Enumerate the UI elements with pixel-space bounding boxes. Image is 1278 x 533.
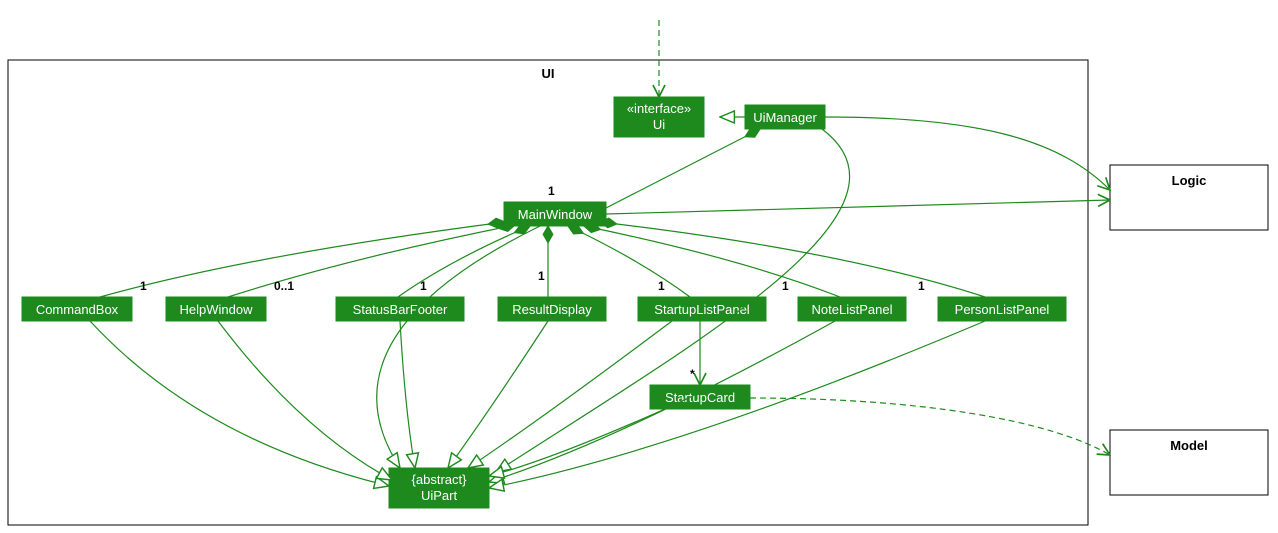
mult-resultdisplay: 1 (538, 269, 545, 283)
mult-statusbar: 1 (420, 279, 427, 293)
class-commandbox: CommandBox (22, 297, 132, 321)
svg-text:Ui: Ui (653, 117, 665, 132)
svg-text:«interface»: «interface» (627, 101, 691, 116)
svg-text:PersonListPanel: PersonListPanel (955, 302, 1050, 317)
svg-text:NoteListPanel: NoteListPanel (812, 302, 893, 317)
mult-notelist: 1 (782, 279, 789, 293)
edge-commandbox-uipart (90, 321, 389, 486)
class-personlistpanel: PersonListPanel (938, 297, 1066, 321)
svg-text:HelpWindow: HelpWindow (180, 302, 254, 317)
edge-uimanager-mainwindow (606, 129, 760, 208)
package-ui-label: UI (542, 66, 555, 81)
edge-uimanager-logic (825, 117, 1110, 190)
class-statusbarfooter: StatusBarFooter (336, 297, 464, 321)
edge-mw-statusbar (398, 226, 530, 297)
edge-mw-helpwindow (228, 225, 515, 297)
mult-commandbox: 1 (140, 279, 147, 293)
svg-text:ResultDisplay: ResultDisplay (512, 302, 592, 317)
class-helpwindow: HelpWindow (166, 297, 266, 321)
mult-startuplist: 1 (658, 279, 665, 293)
edge-startupcard-model (750, 398, 1110, 455)
class-startupcard: StartupCard (650, 385, 750, 409)
class-model-label: Model (1170, 438, 1208, 453)
edge-startupcard-uipart (489, 409, 665, 476)
edge-mainwindow-logic (606, 200, 1110, 214)
mult-mainwindow: 1 (548, 184, 555, 198)
class-ui: «interface» Ui (614, 97, 704, 137)
svg-text:UiPart: UiPart (421, 488, 458, 503)
svg-text:{abstract}: {abstract} (412, 472, 468, 487)
edge-mw-startuplist (568, 226, 690, 297)
mult-startupcard: * (690, 367, 695, 381)
class-resultdisplay: ResultDisplay (498, 297, 606, 321)
edge-mw-commandbox (100, 222, 505, 297)
edge-resultdisplay-uipart (448, 321, 548, 468)
mult-personlist: 1 (918, 279, 925, 293)
svg-text:StatusBarFooter: StatusBarFooter (353, 302, 448, 317)
uml-diagram: UI Logic Model «interface» Ui UiManager … (0, 0, 1278, 533)
svg-text:UiManager: UiManager (753, 110, 817, 125)
class-logic-label: Logic (1172, 173, 1207, 188)
edge-statusbar-uipart (400, 321, 415, 468)
svg-text:CommandBox: CommandBox (36, 302, 119, 317)
class-uipart: {abstract} UiPart (389, 468, 489, 508)
mult-helpwindow: 0..1 (274, 279, 294, 293)
class-mainwindow: MainWindow (504, 202, 606, 226)
class-startuplistpanel: StartupListPanel (638, 297, 766, 321)
svg-text:MainWindow: MainWindow (518, 207, 593, 222)
class-notelistpanel: NoteListPanel (798, 297, 906, 321)
class-uimanager: UiManager (745, 105, 825, 129)
edge-helpwindow-uipart (218, 321, 392, 480)
svg-text:StartupListPanel: StartupListPanel (654, 302, 750, 317)
